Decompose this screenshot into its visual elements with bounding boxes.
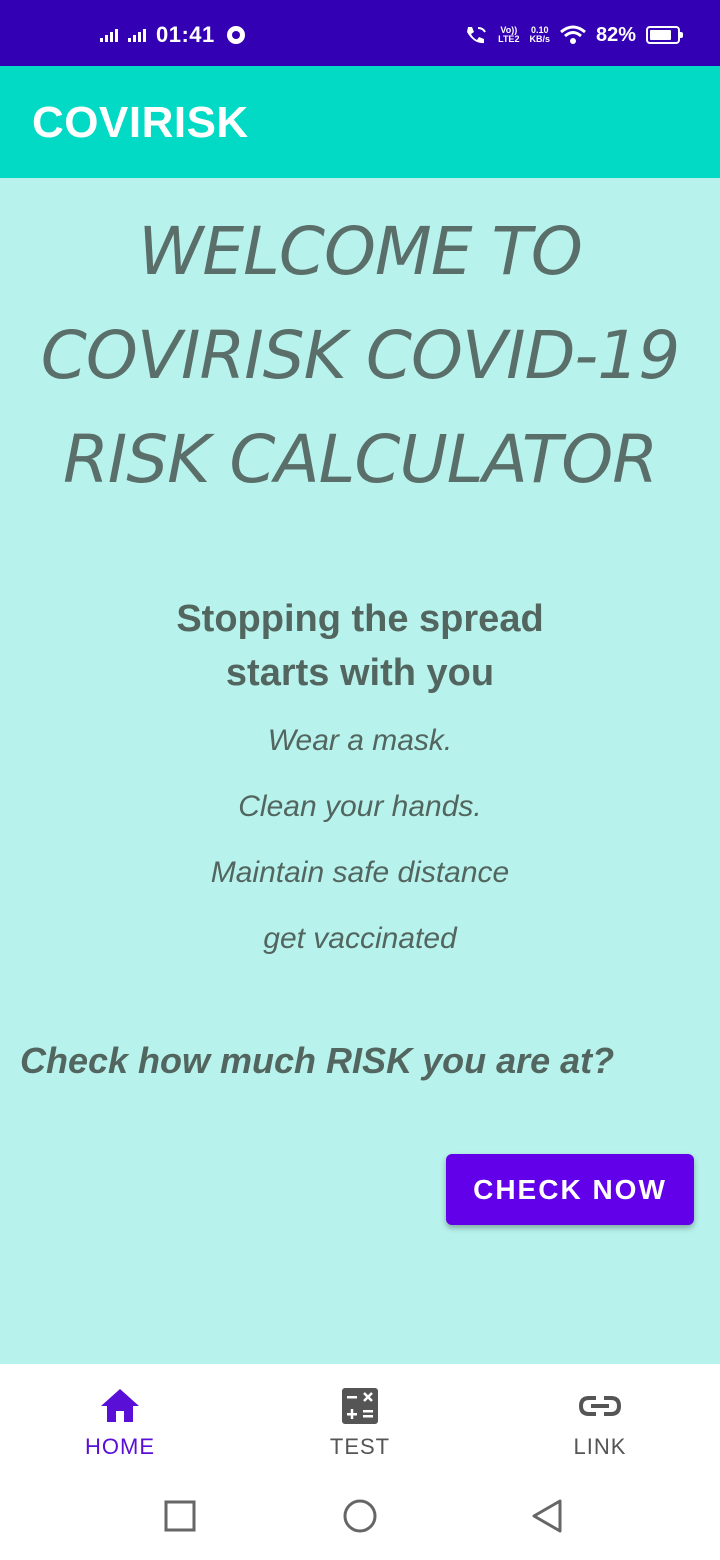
system-navigation-bar — [0, 1468, 720, 1560]
back-icon[interactable] — [530, 1498, 566, 1534]
status-time: 01:41 — [156, 22, 215, 47]
messenger-icon — [226, 26, 245, 44]
welcome-line-3: RISK CALCULATOR — [62, 421, 658, 498]
signal-icon-sim1 — [100, 28, 118, 42]
link-icon — [578, 1384, 622, 1428]
battery-level — [650, 30, 672, 40]
bottom-navigation: HOME TEST LINK — [0, 1364, 720, 1468]
nav-item-test[interactable]: TEST — [240, 1364, 480, 1468]
check-now-button[interactable]: CHECK NOW — [446, 1154, 694, 1225]
tip-mask: Wear a mask. — [267, 724, 453, 757]
app-bar: COVIRISK — [0, 66, 720, 178]
slogan: Stopping the spread starts with you — [60, 592, 660, 700]
network-speed: 0.10 KB/s — [529, 26, 550, 44]
nav-label-home: HOME — [85, 1434, 155, 1459]
status-right: Vo)) LTE2 0.10 KB/s 82% — [464, 20, 683, 50]
battery-icon — [646, 26, 683, 44]
status-left: 01:41 — [100, 20, 247, 50]
tip-hands: Clean your hands. — [238, 790, 482, 823]
calculator-icon — [338, 1384, 382, 1428]
speed-unit: KB/s — [529, 34, 550, 44]
nav-label-link: LINK — [573, 1434, 627, 1459]
wifi-icon — [560, 25, 586, 44]
signal-icon-sim2 — [128, 28, 146, 42]
welcome-line-2: COVIRISK COVID-19 — [40, 317, 680, 394]
volte-bottom: LTE2 — [498, 34, 520, 44]
tip-distance: Maintain safe distance — [210, 856, 510, 889]
home-circle-icon[interactable] — [342, 1498, 378, 1534]
home-icon — [98, 1384, 142, 1428]
battery-percent: 82% — [595, 23, 636, 46]
nav-item-link[interactable]: LINK — [480, 1364, 720, 1468]
app-title: COVIRISK — [32, 98, 249, 147]
recents-icon[interactable] — [162, 1498, 198, 1534]
nav-label-test: TEST — [329, 1434, 391, 1459]
welcome-heading: WELCOME TO COVIRISK COVID-19 RISK CALCUL… — [40, 200, 680, 512]
slogan-line-2: starts with you — [225, 652, 495, 694]
welcome-line-1: WELCOME TO — [138, 213, 583, 290]
nav-item-home[interactable]: HOME — [0, 1364, 240, 1468]
status-bar: 01:41 Vo)) LTE2 0.10 KB/s 82% — [0, 0, 720, 66]
wifi-calling-icon — [467, 27, 487, 44]
tip-vaccinated: get vaccinated — [263, 922, 457, 955]
slogan-line-1: Stopping the spread — [176, 598, 544, 640]
volte-indicator: Vo)) LTE2 — [498, 26, 519, 44]
risk-question: Check how much RISK you are at? — [20, 1040, 615, 1081]
